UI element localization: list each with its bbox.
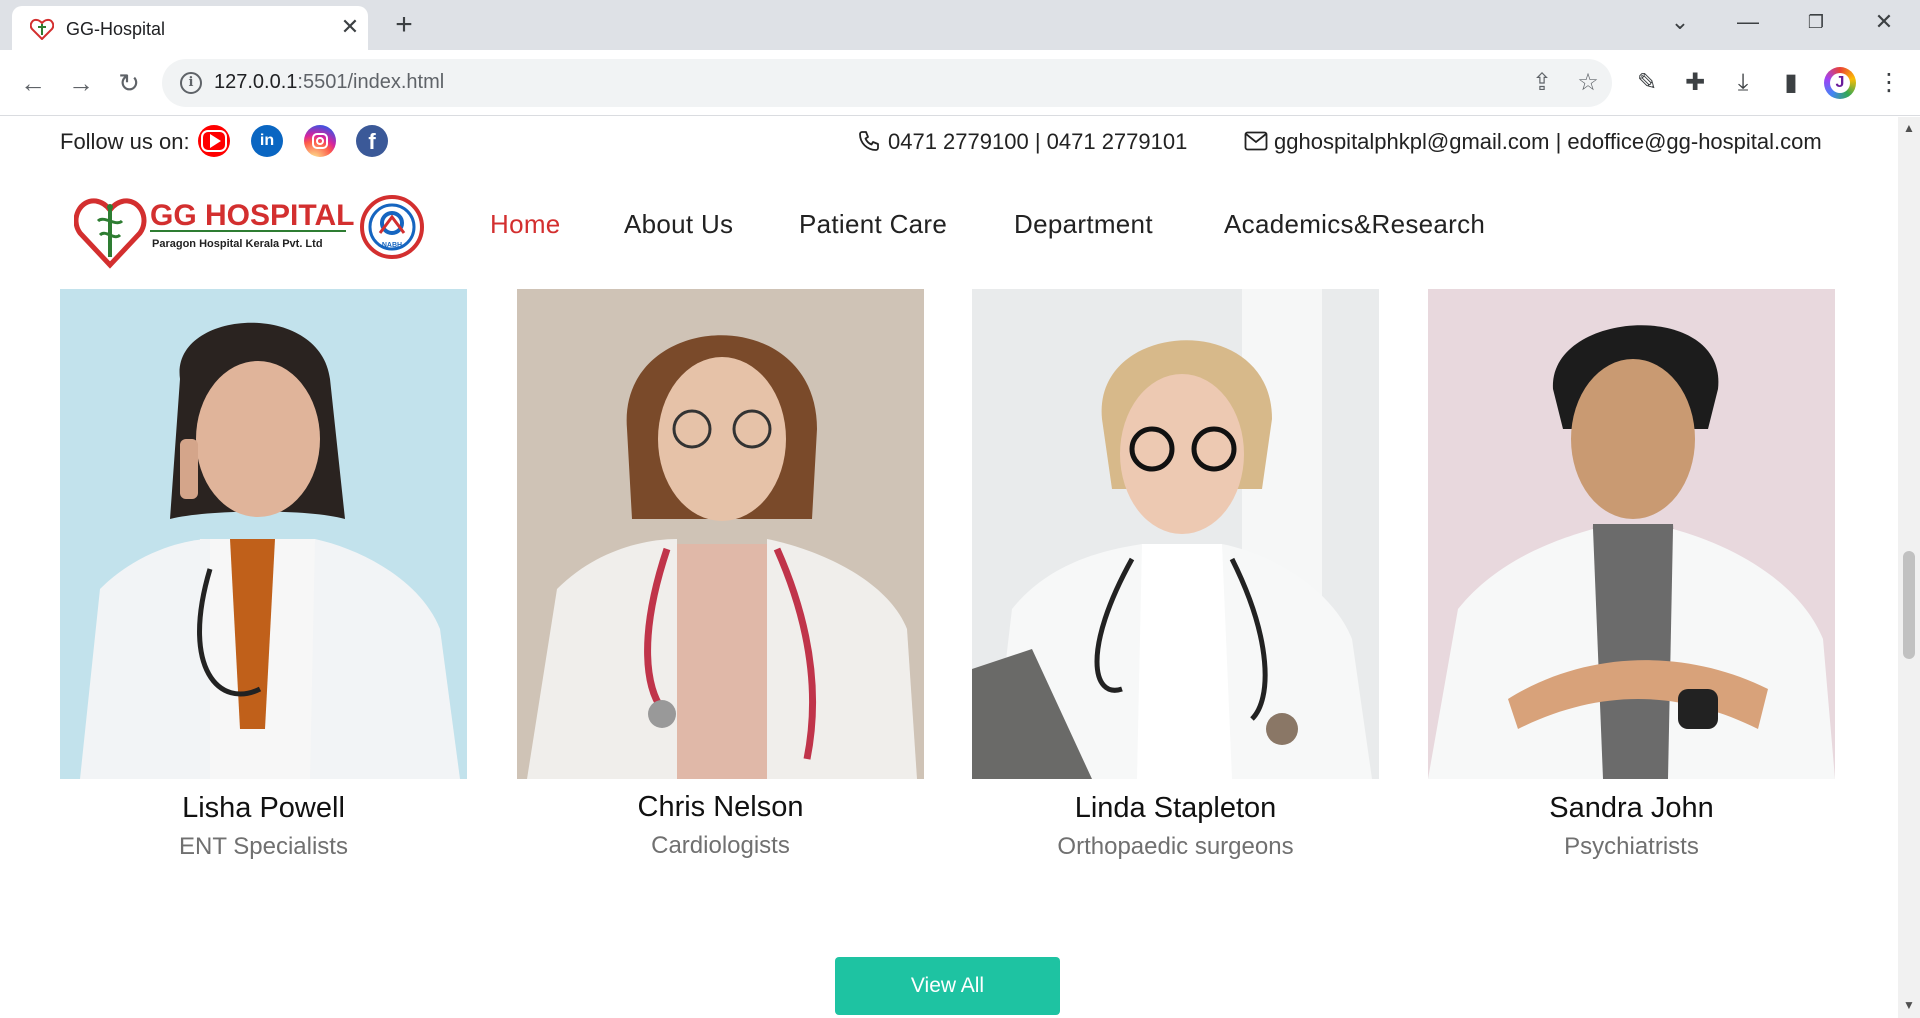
doctor-photo: [972, 289, 1379, 779]
doctor-photo: [517, 289, 924, 779]
close-window-icon[interactable]: ✕: [1864, 8, 1904, 36]
nav-home[interactable]: Home: [490, 209, 561, 240]
page-scrollbar[interactable]: ▲ ▼: [1898, 117, 1920, 1018]
nav-academics-research[interactable]: Academics&Research: [1224, 209, 1485, 240]
phone-numbers: 0471 2779100 | 0471 2779101: [888, 129, 1188, 154]
mail-icon: [1244, 131, 1268, 151]
url-text[interactable]: 127.0.0.1:5501/index.html: [214, 71, 444, 94]
extensions-puzzle-icon[interactable]: ✚: [1680, 68, 1710, 98]
scrollbar-thumb[interactable]: [1903, 551, 1915, 659]
site-info-icon[interactable]: i: [180, 72, 202, 94]
browser-tab-strip: GG-Hospital ✕ + ⌄ — ❐ ✕: [0, 0, 1920, 50]
doctor-name: Chris Nelson: [637, 791, 804, 823]
doctor-name: Sandra John: [1549, 792, 1714, 824]
doctor-specialty: Cardiologists: [651, 832, 790, 859]
scroll-up-arrow-icon[interactable]: ▲: [1898, 121, 1920, 139]
restore-icon[interactable]: ❐: [1796, 8, 1836, 36]
page-viewport: Follow us on: in f 0471 2779100 | 0471 2…: [0, 117, 1898, 1018]
logo-brand-text: GG HOSPITAL: [150, 199, 354, 232]
new-tab-button[interactable]: +: [388, 10, 420, 42]
doctor-photo: [1428, 289, 1835, 779]
profile-avatar[interactable]: J: [1824, 67, 1856, 99]
bookmark-star-icon[interactable]: ☆: [1574, 69, 1602, 97]
back-arrow-icon[interactable]: ←: [18, 68, 48, 98]
address-bar[interactable]: i 127.0.0.1:5501/index.html ⇪ ☆: [162, 59, 1612, 107]
linkedin-icon[interactable]: in: [251, 125, 283, 157]
browser-tab[interactable]: GG-Hospital ✕: [12, 6, 368, 50]
doctor-specialty: ENT Specialists: [179, 833, 348, 860]
close-tab-icon[interactable]: ✕: [338, 15, 362, 39]
downloads-icon[interactable]: ⤓: [1728, 68, 1758, 98]
reload-icon[interactable]: ↻: [114, 68, 144, 98]
hospital-favicon-icon: [30, 18, 54, 40]
url-host: 127.0.0.1: [214, 71, 298, 93]
nav-about-us[interactable]: About Us: [624, 209, 733, 240]
email-addresses: gghospitalphkpl@gmail.com | edoffice@gg-…: [1274, 129, 1822, 154]
doctor-name: Lisha Powell: [182, 792, 345, 824]
scroll-down-arrow-icon[interactable]: ▼: [1898, 998, 1920, 1016]
profile-initial-icon: J: [1830, 73, 1850, 93]
browser-menu-icon[interactable]: ⋮: [1874, 68, 1904, 98]
browser-toolbar: ← → ↻ i 127.0.0.1:5501/index.html ⇪ ☆ ✎ …: [0, 50, 1920, 116]
doctor-name: Linda Stapleton: [1074, 792, 1277, 824]
youtube-icon[interactable]: [198, 125, 230, 157]
forward-arrow-icon[interactable]: →: [66, 68, 96, 98]
nav-department[interactable]: Department: [1014, 209, 1153, 240]
eyedropper-extension-icon[interactable]: ✎: [1632, 68, 1662, 98]
facebook-icon[interactable]: f: [356, 125, 388, 157]
tab-search-icon[interactable]: ⌄: [1660, 8, 1700, 36]
hospital-logo-graphic: GG HOSPITAL Paragon Hospital Kerala Pvt.…: [73, 195, 424, 269]
follow-us-label: Follow us on:: [60, 129, 190, 154]
side-panel-icon[interactable]: ▮: [1776, 68, 1806, 98]
url-path: :5501/index.html: [297, 71, 445, 93]
hospital-logo[interactable]: GG HOSPITAL Paragon Hospital Kerala Pvt.…: [73, 187, 428, 269]
nav-patient-care[interactable]: Patient Care: [799, 209, 947, 240]
logo-tagline-text: Paragon Hospital Kerala Pvt. Ltd: [152, 238, 323, 250]
doctor-specialty: Orthopaedic surgeons: [1057, 833, 1294, 860]
tab-title: GG-Hospital: [66, 19, 166, 39]
nabh-seal-text: NABH: [382, 242, 402, 249]
share-icon[interactable]: ⇪: [1528, 69, 1556, 97]
view-all-button[interactable]: View All: [835, 957, 1060, 1015]
instagram-icon[interactable]: [304, 125, 336, 157]
phone-icon: [859, 131, 879, 151]
minimize-icon[interactable]: —: [1728, 8, 1768, 36]
doctor-specialty: Psychiatrists: [1564, 833, 1699, 860]
doctor-photo: [60, 289, 467, 779]
